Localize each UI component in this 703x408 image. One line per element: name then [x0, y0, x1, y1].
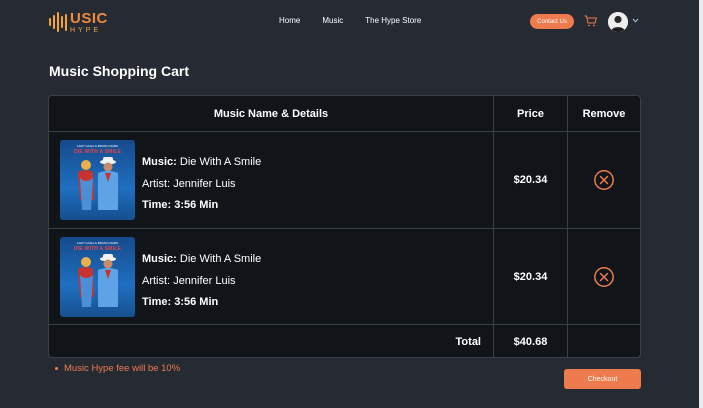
item-price: $20.34 [513, 174, 548, 186]
music-value: Die With A Smile [179, 253, 262, 265]
main-nav: Home Music The Hype Store [279, 16, 421, 25]
chevron-down-icon[interactable] [632, 18, 639, 23]
price-cell: $20.34 [493, 132, 567, 228]
total-price-cell: $40.68 [493, 325, 567, 357]
window-edge [699, 0, 703, 408]
item-details-cell: LADY GAGA & BRUNO MARS DIE WITH A SMILE … [49, 229, 493, 324]
music-label: Music: [142, 253, 177, 265]
artist-value: Jennifer Luis [173, 274, 236, 287]
time-label: Time: [142, 199, 172, 211]
music-label: Music: [142, 156, 177, 168]
user-avatar[interactable] [608, 12, 628, 32]
total-row: Total $40.68 [49, 325, 640, 357]
artist-label: Artist: [142, 177, 171, 190]
album-cover: LADY GAGA & BRUNO MARS DIE WITH A SMILE [60, 237, 135, 317]
album-art-figures [78, 254, 118, 307]
nav-link-home[interactable]: Home [279, 16, 300, 25]
fee-note: Music Hype fee will be 10% [55, 363, 180, 374]
logo[interactable]: USIC HYPE [49, 10, 108, 34]
nav-link-hype-store[interactable]: The Hype Store [365, 16, 421, 25]
avatar-portrait-icon [608, 12, 628, 32]
remove-cell [567, 229, 640, 324]
artist-value: Jennifer Luis [173, 177, 236, 190]
table-row: LADY GAGA & BRUNO MARS DIE WITH A SMILE … [49, 132, 640, 229]
table-header-row: Music Name & Details Price Remove [49, 96, 640, 132]
close-circle-icon[interactable] [593, 169, 615, 191]
total-value: $40.68 [513, 335, 548, 348]
page-title: Music Shopping Cart [49, 63, 189, 79]
logo-text-sub: HYPE [70, 26, 102, 34]
item-details: Music: Die With A Smile Artist: Jennifer… [142, 249, 261, 314]
bullet-icon [55, 367, 58, 370]
album-cover: LADY GAGA & BRUNO MARS DIE WITH A SMILE [60, 140, 135, 220]
nav-link-music[interactable]: Music [322, 16, 343, 25]
price-cell: $20.34 [493, 229, 567, 324]
checkout-button[interactable]: Checkout [564, 369, 641, 389]
item-details-cell: LADY GAGA & BRUNO MARS DIE WITH A SMILE … [49, 132, 493, 228]
item-price: $20.34 [513, 270, 548, 283]
table-row: LADY GAGA & BRUNO MARS DIE WITH A SMILE … [49, 229, 640, 325]
total-empty-cell [567, 325, 640, 357]
logo-text-main: USIC [70, 9, 108, 27]
top-navbar: USIC HYPE Home Music The Hype Store Cont… [0, 0, 699, 44]
time-value: 3:56 Min [174, 296, 219, 308]
contact-us-button[interactable]: Contact Us [530, 14, 574, 29]
close-circle-icon[interactable] [593, 266, 615, 288]
item-details: Music: Die With A Smile Artist: Jennifer… [142, 152, 261, 217]
album-art-figures [78, 157, 118, 210]
remove-cell [567, 132, 640, 228]
cart-table: Music Name & Details Price Remove LADY G… [48, 95, 641, 358]
cart-icon[interactable] [584, 15, 597, 27]
header-remove: Remove [567, 96, 640, 131]
sound-bars-icon [49, 11, 67, 33]
fee-note-text: Music Hype fee will be 10% [64, 363, 181, 374]
time-label: Time: [142, 296, 172, 308]
artist-label: Artist: [142, 274, 171, 287]
time-value: 3:56 Min [174, 199, 219, 211]
music-value: Die With A Smile [179, 156, 262, 168]
header-name: Music Name & Details [213, 107, 329, 120]
total-label: Total [455, 335, 481, 348]
header-price: Price [493, 96, 567, 131]
